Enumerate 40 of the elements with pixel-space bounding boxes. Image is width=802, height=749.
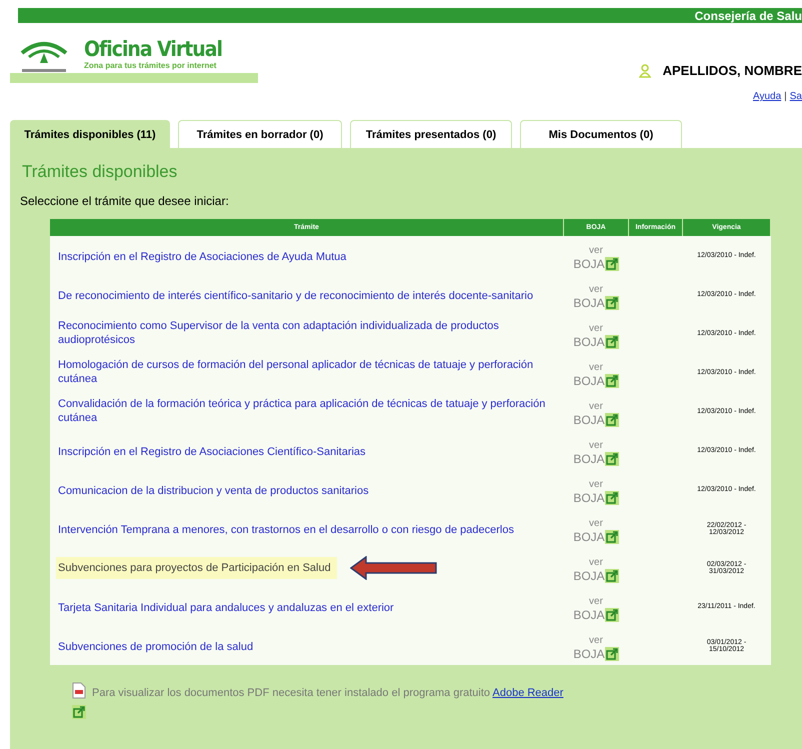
procedure-link[interactable]: Reconocimiento como Supervisor de la venta con adaptación individualizada de productos audioprotésicos — [58, 319, 556, 347]
external-link-icon — [604, 569, 619, 583]
external-link-icon — [604, 374, 619, 388]
procedure-link[interactable]: Subvenciones para proyectos de Participación en Salud — [56, 556, 337, 578]
user-name: APELLIDOS, NOMBRE — [662, 63, 802, 78]
external-link-icon — [604, 413, 619, 427]
header-link[interactable]: Sa — [790, 91, 802, 102]
external-link-icon — [604, 608, 619, 622]
procedure-link[interactable]: Subvenciones de promoción de la salud — [58, 640, 254, 654]
procedure-link[interactable]: Inscripción en el Registro de Asociaciones Científico-Sanitarias — [58, 444, 366, 458]
header-link[interactable]: Ayuda — [752, 91, 782, 102]
procedure-link[interactable]: De reconocimiento de interés científico-sanitario y de reconocimiento de interés docente-sanitario — [58, 288, 534, 302]
external-link-icon — [604, 647, 619, 661]
procedure-link[interactable]: Comunicacion de la distribucion y venta de productos sanitarios — [58, 484, 369, 498]
top-bar-title: Consejería de Salu — [694, 8, 802, 22]
external-link-icon — [604, 452, 619, 466]
pdf-file-icon — [72, 682, 86, 699]
adobe-reader-link[interactable]: Adobe Reader — [492, 687, 564, 699]
tab[interactable]: Mis Documentos (0) — [520, 120, 682, 148]
external-link-icon — [72, 705, 86, 719]
external-link-icon — [604, 530, 619, 544]
logo-title: Oficina Virtual — [84, 37, 222, 61]
procedure-link[interactable]: Convalidación de la formación teórica y práctica para aplicación de técnicas de tatuaje y perforación cutánea — [58, 397, 556, 425]
tab[interactable]: Trámites en borrador (0) — [178, 120, 342, 148]
tab[interactable]: Trámites presentados (0) — [350, 120, 512, 148]
external-link-icon — [604, 257, 619, 271]
instruction-text: Seleccione el trámite que desee iniciar: — [20, 194, 230, 208]
procedure-link[interactable]: Homologación de cursos de formación del personal aplicador de técnicas de tatuaje y perforación cutánea — [58, 358, 556, 386]
tab[interactable]: Trámites disponibles (11) — [10, 120, 170, 148]
procedure-link[interactable]: Intervención Temprana a menores, con trastornos en el desarrollo o con riesgo de padecerlos — [58, 522, 514, 536]
logo-subtitle: Zona para tus trámites por internet — [84, 61, 218, 70]
external-link-icon — [604, 491, 619, 505]
pdf-note: Para visualizar los documentos PDF necesita tener instalado el programa gratuito Adobe Reader — [92, 687, 564, 699]
user-icon — [638, 64, 651, 78]
procedure-link[interactable]: Inscripción en el Registro de Asociaciones de Ayuda Mutua — [58, 250, 346, 264]
external-link-icon — [604, 335, 619, 349]
link-separator: | — [784, 91, 787, 102]
section-title: Trámites disponibles — [22, 162, 178, 182]
procedure-link[interactable]: Tarjeta Sanitaria Individual para andaluces y andaluzas en el exterior — [58, 600, 394, 614]
external-link-icon — [604, 296, 619, 310]
